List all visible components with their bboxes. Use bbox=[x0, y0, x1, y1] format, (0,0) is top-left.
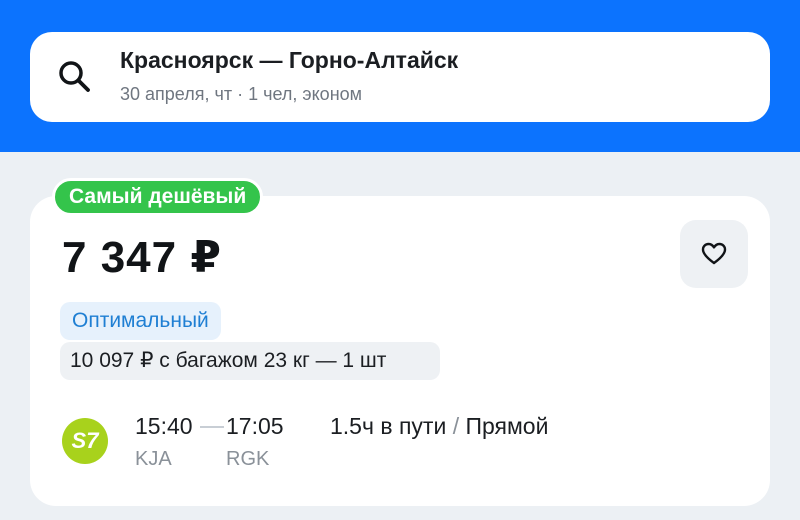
tariff-badge[interactable]: Оптимальный bbox=[60, 302, 221, 340]
cheapest-badge: Самый дешёвый bbox=[52, 178, 264, 216]
time-divider bbox=[200, 426, 224, 428]
search-date: 30 апреля, чт bbox=[120, 84, 233, 104]
search-route: Красноярск — Горно-Алтайск bbox=[120, 47, 459, 73]
search-icon[interactable] bbox=[56, 58, 96, 98]
search-bar[interactable] bbox=[30, 32, 770, 122]
arrival-time: 17:05 bbox=[226, 413, 284, 439]
baggage-option[interactable]: 10 097 ₽ с багажом 23 кг — 1 шт bbox=[60, 342, 440, 380]
airline-logo: S7 bbox=[62, 418, 108, 464]
heart-icon bbox=[701, 242, 727, 265]
flight-type: Прямой bbox=[465, 413, 549, 439]
arrival-airport-code: RGK bbox=[226, 448, 270, 470]
duration-separator: / bbox=[452, 413, 460, 439]
departure-time: 15:40 bbox=[135, 413, 193, 439]
departure-airport-code: KJA bbox=[135, 448, 172, 470]
favorite-button[interactable] bbox=[680, 220, 748, 288]
search-details: 30 апреля, чт · 1 чел, эконом bbox=[120, 84, 362, 105]
offer-price: 7 347 ₽ bbox=[62, 233, 222, 282]
search-separator: · bbox=[237, 84, 244, 104]
search-passengers: 1 чел, эконом bbox=[248, 84, 363, 104]
flight-duration: 1.5ч в пути bbox=[330, 413, 447, 439]
flight-duration-line: 1.5ч в пути / Прямой bbox=[330, 413, 548, 440]
